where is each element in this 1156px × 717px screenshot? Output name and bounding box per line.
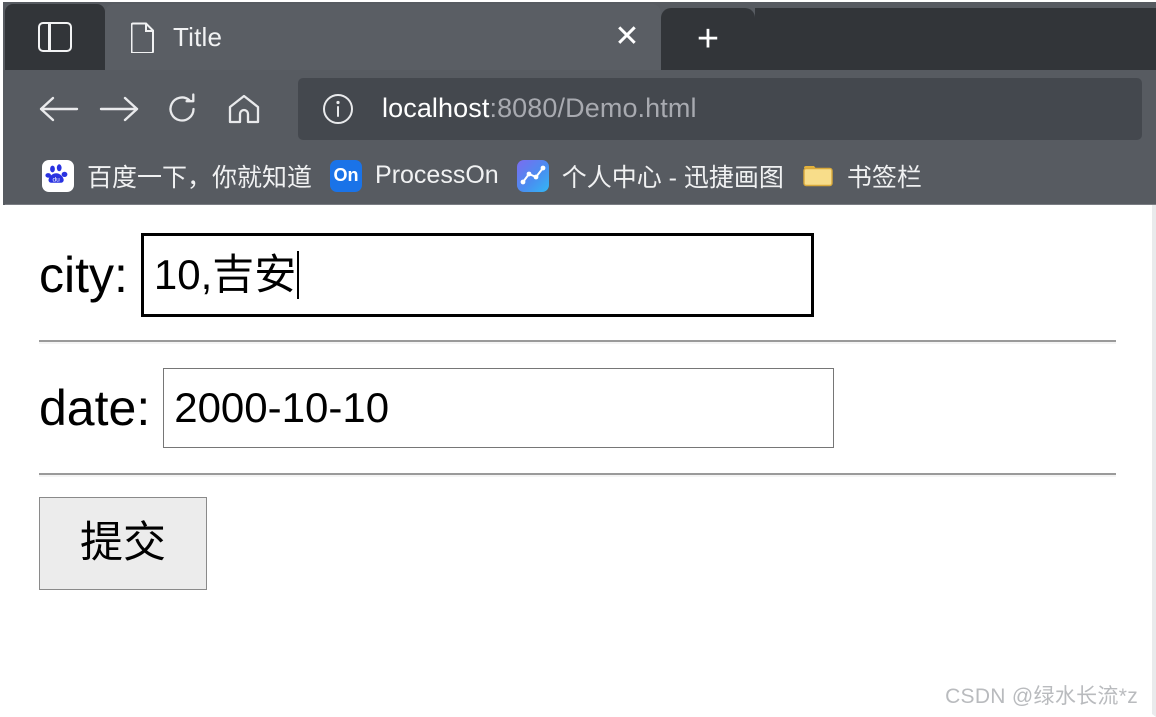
arrow-right-icon [98, 93, 142, 125]
page-viewport: city: 10,吉安 date: 2000-10-10 提交 CSDN @绿水… [0, 205, 1156, 717]
folder-icon [802, 160, 834, 192]
tab-strip: Title ✕ + [5, 2, 1156, 70]
url-host: localhost [382, 93, 490, 123]
date-input[interactable]: 2000-10-10 [163, 367, 835, 448]
browser-window: Title ✕ + localhost:8080/Demo.html du 百度… [0, 0, 1156, 717]
bookmark-label: 百度一下，你就知道 [87, 163, 313, 192]
divider [39, 340, 1116, 344]
back-button[interactable] [27, 84, 89, 134]
city-input-value: 10,吉安 [153, 250, 297, 298]
bookmark-processon[interactable]: On ProcessOn [323, 154, 510, 198]
home-button[interactable] [213, 84, 275, 134]
form-row-date: date: 2000-10-10 [39, 360, 1152, 455]
tab-strip-filler [755, 8, 1156, 70]
bookmarks-bar: du 百度一下，你就知道 On ProcessOn 个人中心 - 迅捷画图 书签… [5, 147, 1156, 205]
panel-layout-icon [38, 22, 72, 52]
bookmark-baidu[interactable]: du 百度一下，你就知道 [35, 154, 323, 198]
reload-button[interactable] [151, 84, 213, 134]
page-body: city: 10,吉安 date: 2000-10-10 提交 CSDN @绿水… [3, 205, 1152, 714]
tab-title: Title [173, 21, 223, 52]
divider [39, 473, 1116, 477]
watermark: CSDN @绿水长流*z [945, 685, 1138, 708]
date-label: date: [39, 379, 151, 436]
browser-toolbar: localhost:8080/Demo.html [5, 70, 1156, 147]
bookmark-label: 书签栏 [846, 163, 922, 192]
bookmark-xunjie[interactable]: 个人中心 - 迅捷画图 [510, 154, 795, 198]
bookmark-folder[interactable]: 书签栏 [795, 154, 933, 198]
submit-button[interactable]: 提交 [39, 497, 207, 590]
browser-chrome: Title ✕ + localhost:8080/Demo.html du 百度… [0, 0, 1156, 205]
url-text: localhost:8080/Demo.html [382, 93, 697, 124]
url-path: :8080/Demo.html [489, 93, 697, 123]
date-input-value: 2000-10-10 [174, 383, 390, 431]
address-bar[interactable]: localhost:8080/Demo.html [298, 77, 1142, 140]
text-caret [297, 250, 300, 299]
baidu-icon: du [42, 159, 74, 192]
document-icon [131, 22, 155, 53]
bookmark-label: 个人中心 - 迅捷画图 [561, 163, 784, 192]
xunjie-chart-icon [516, 159, 549, 192]
tab-preview-button[interactable] [5, 4, 105, 70]
arrow-left-icon [36, 93, 80, 125]
info-circle-icon[interactable] [320, 91, 356, 127]
city-label: city: [39, 246, 128, 303]
bookmark-label: ProcessOn [375, 161, 499, 189]
processon-icon: On [330, 159, 363, 192]
reload-icon [164, 91, 200, 127]
home-icon [226, 93, 262, 125]
forward-button[interactable] [89, 84, 151, 134]
close-icon[interactable]: ✕ [607, 17, 647, 57]
browser-tab[interactable]: Title ✕ [105, 4, 661, 70]
svg-text:du: du [53, 176, 61, 183]
new-tab-button[interactable]: + [661, 8, 755, 70]
form-row-city: city: 10,吉安 [39, 227, 1152, 322]
city-input[interactable]: 10,吉安 [140, 232, 814, 317]
